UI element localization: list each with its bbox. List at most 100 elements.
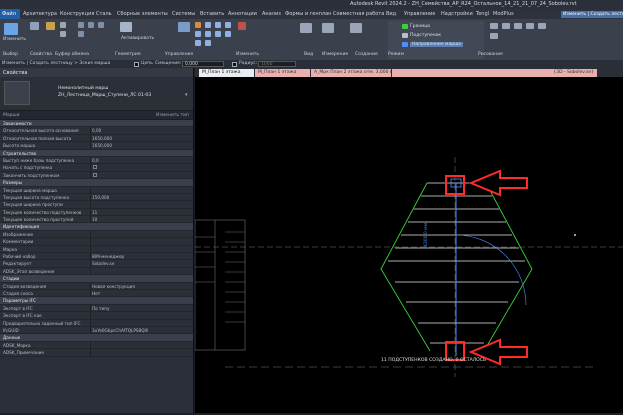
cut-icon[interactable] — [60, 22, 66, 28]
property-row[interactable]: Редактирует Sobolev.se — [0, 260, 193, 268]
property-row[interactable]: Изображение — [0, 230, 193, 239]
rotate-icon[interactable] — [195, 31, 201, 37]
radius-checkbox[interactable] — [232, 62, 237, 67]
create-icon[interactable] — [350, 23, 362, 33]
property-row[interactable]: Экспорт в IFC как — [0, 312, 193, 320]
property-group-header[interactable]: Зависимости — [0, 120, 193, 128]
tab-view-1[interactable]: M_План 1 этажа — [199, 69, 254, 77]
activate-controls-icon[interactable] — [120, 22, 132, 32]
property-checkbox[interactable] — [93, 172, 97, 177]
property-row[interactable]: Текущая высота подступенка 150,000 — [0, 193, 193, 202]
instance-filter[interactable]: Марши Изменить тип — [0, 111, 193, 120]
circle-icon[interactable] — [526, 23, 534, 29]
property-value[interactable]: 0,0 — [92, 158, 99, 163]
menu-addins[interactable]: Надстройки — [441, 11, 473, 17]
modify-button-label[interactable]: Изменить — [3, 37, 26, 42]
line-icon[interactable] — [490, 23, 498, 29]
pick-lines-icon[interactable] — [490, 33, 498, 39]
property-group-header[interactable]: Идентификация — [0, 223, 193, 231]
paint-icon[interactable] — [98, 22, 104, 28]
mirror-icon[interactable] — [215, 22, 221, 28]
paste-icon[interactable] — [46, 22, 55, 30]
property-value[interactable]: BIM-менеджер — [92, 254, 124, 259]
move-icon[interactable] — [178, 22, 190, 32]
copy-icon[interactable] — [60, 31, 66, 37]
property-row[interactable]: Текущее количество проступей 10 — [0, 216, 193, 224]
menu-steel[interactable]: Сталь — [96, 11, 112, 17]
property-row[interactable]: Высота марша 1650,000 — [0, 142, 193, 150]
cut-geometry-icon[interactable] — [88, 22, 94, 28]
property-value[interactable]: По типу — [92, 306, 109, 311]
property-value[interactable]: 10 — [92, 217, 97, 222]
menu-systems[interactable]: Системы — [172, 11, 195, 17]
property-row[interactable]: Начать с подступенка — [0, 164, 193, 172]
property-row[interactable]: Стадия сноса Нет — [0, 289, 193, 298]
properties-icon[interactable] — [30, 22, 39, 30]
edit-type-button[interactable]: Изменить тип — [156, 113, 189, 118]
property-checkbox[interactable] — [93, 165, 97, 170]
pin-icon[interactable] — [205, 40, 211, 46]
property-row[interactable]: Комментарии — [0, 238, 193, 246]
property-group-header[interactable]: Размеры — [0, 179, 193, 187]
property-value[interactable]: 11 — [92, 210, 97, 215]
join-icon[interactable] — [78, 22, 84, 28]
property-row[interactable]: Относительная высота основания 0,00 — [0, 127, 193, 135]
activate-label[interactable]: Активировать — [121, 36, 154, 41]
property-group-header[interactable]: Строительство — [0, 149, 193, 157]
tab-view-2[interactable]: M_План 1 этажа — [255, 69, 310, 77]
property-row[interactable]: Марка — [0, 245, 193, 254]
property-row[interactable]: Закончить подступенком — [0, 171, 193, 180]
draw-riser[interactable]: Подступенок — [410, 33, 441, 38]
property-value[interactable]: Нет — [92, 291, 100, 296]
property-row[interactable]: Экспорт в IFC По типу — [0, 304, 193, 313]
menu-insert[interactable]: Вставить — [200, 11, 224, 17]
property-row[interactable]: Рабочий набор BIM-менеджер — [0, 253, 193, 261]
menu-precast[interactable]: Сборные элементы — [117, 11, 168, 17]
menu-architecture[interactable]: Архитектура — [23, 11, 57, 17]
property-row[interactable]: Текущее количество подступенков 11 — [0, 208, 193, 217]
radius-field[interactable]: 1000 — [258, 61, 296, 67]
property-value[interactable]: 1650,000 — [92, 143, 112, 148]
property-value[interactable]: 0,00 — [92, 128, 101, 133]
tab-view-3[interactable]: A_Мрк План 2 этажа отм. 3,000 мм — [311, 69, 391, 77]
tab-view-4[interactable]: {3D - Sobolev.se} — [392, 69, 597, 77]
align-icon[interactable] — [195, 22, 201, 28]
array-icon[interactable] — [225, 31, 231, 37]
wall-join-icon[interactable] — [78, 31, 84, 37]
mirror-draw-icon[interactable] — [225, 22, 231, 28]
property-row[interactable]: ADSK_Этап возведения — [0, 267, 193, 276]
draw-stair-path[interactable]: Направление марша — [410, 42, 463, 47]
drawing-canvas[interactable]: 4300,0 мм 11 ПОДСТУПЕНКОВ СОЗДАНО, 0 ОСТ… — [194, 77, 623, 413]
tab-context-modify[interactable]: Изменить | Создать лестницу > Эскиз марш… — [561, 11, 623, 18]
property-value[interactable]: 3uYe0GbpcChAfTQLPS8Q0l — [92, 328, 148, 333]
property-row[interactable]: Относительная полная высота 1650,000 — [0, 134, 193, 143]
menu-structure[interactable]: Конструкция — [60, 11, 94, 17]
property-row[interactable]: Стадия возведения Новая конструкция — [0, 282, 193, 290]
menu-collaborate[interactable]: Совместная работа — [333, 11, 384, 17]
scale-icon[interactable] — [195, 40, 201, 46]
menu-view[interactable]: Вид — [386, 11, 396, 17]
menu-modplus[interactable]: ModPlus — [493, 11, 514, 17]
trim-icon[interactable] — [205, 31, 211, 37]
type-selector[interactable]: Немонолитный марш ZH_Лестница_Марш_Ступе… — [0, 77, 193, 111]
draw-boundary[interactable]: Граница — [410, 24, 430, 29]
property-group-header[interactable]: Параметры IFC — [0, 297, 193, 305]
file-menu[interactable]: Файл — [0, 9, 20, 19]
property-group-header[interactable]: Стадии — [0, 275, 193, 283]
offset-icon[interactable] — [205, 22, 211, 28]
view-icon[interactable] — [300, 23, 312, 33]
polygon-icon[interactable] — [514, 23, 522, 29]
rectangle-icon[interactable] — [502, 23, 510, 29]
menu-tengl[interactable]: Tengl — [476, 11, 489, 17]
chevron-down-icon[interactable]: ▾ — [185, 92, 188, 98]
property-row[interactable]: IfcGUID 3uYe0GbpcChAfTQLPS8Q0l — [0, 326, 193, 335]
property-value[interactable]: Sobolev.se — [92, 261, 114, 266]
offset-field[interactable]: 0,000 — [182, 61, 224, 67]
property-value[interactable]: Новая конструкция — [92, 284, 135, 289]
split-icon[interactable] — [215, 31, 221, 37]
property-value[interactable]: 150,000 — [92, 195, 109, 200]
property-row[interactable]: ADSK_Марка — [0, 341, 193, 350]
property-row[interactable]: Текущая ширина марша — [0, 186, 193, 194]
property-group-header[interactable]: Данные — [0, 334, 193, 342]
property-row[interactable]: ADSK_Примечание — [0, 349, 193, 357]
